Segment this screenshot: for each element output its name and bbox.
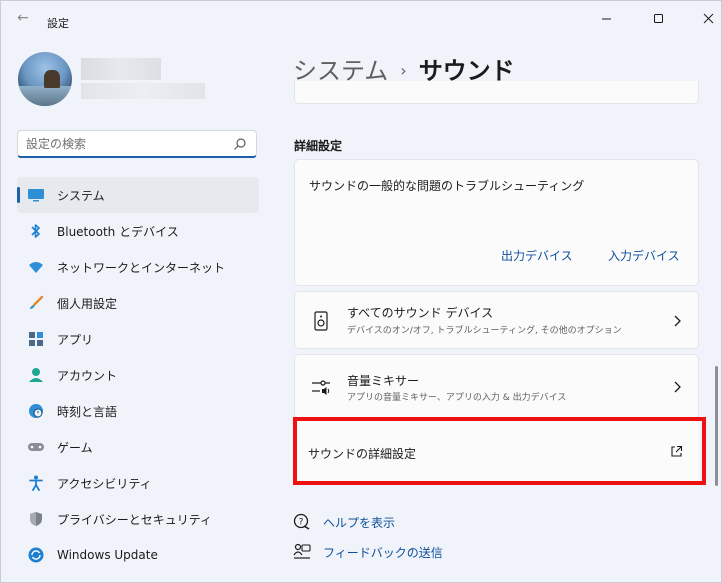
sidebar-item-apps[interactable]: アプリ [17, 321, 259, 357]
brush-icon [27, 294, 45, 312]
settings-window: ← 設定 システム [0, 0, 722, 583]
sidebar-item-label: アプリ [57, 332, 94, 347]
mixer-icon [312, 380, 330, 395]
send-feedback-link[interactable]: フィードバックの送信 [293, 543, 443, 561]
search-icon[interactable] [233, 137, 247, 151]
chevron-right-icon [674, 381, 681, 393]
red-highlight-box [293, 417, 706, 485]
sidebar-item-bluetooth[interactable]: Bluetooth とデバイス [17, 213, 259, 249]
troubleshoot-title: サウンドの一般的な問題のトラブルシューティング [309, 179, 585, 193]
sidebar-item-label: Windows Update [57, 548, 158, 562]
sidebar-item-gaming[interactable]: ゲーム [17, 429, 259, 465]
maximize-icon [653, 13, 663, 23]
minimize-button[interactable] [583, 5, 629, 31]
section-label-advanced: 詳細設定 [294, 139, 343, 153]
back-button[interactable]: ← [11, 9, 35, 27]
search-box[interactable] [17, 130, 257, 158]
monitor-icon [27, 186, 45, 204]
speaker-icon [314, 311, 328, 331]
close-button[interactable] [685, 5, 722, 31]
avatar[interactable] [18, 52, 72, 106]
person-icon [27, 366, 45, 384]
row-title: すべてのサウンド デバイス [347, 306, 494, 320]
profile-name-redacted [81, 58, 161, 80]
app-title: 設定 [47, 17, 69, 30]
row-subtitle: デバイスのオン/オフ, トラブルシューティング, その他のオプション [347, 326, 622, 336]
shield-icon [27, 510, 45, 528]
update-icon [27, 546, 45, 564]
minimize-icon [601, 18, 611, 19]
bluetooth-icon [27, 222, 45, 240]
sidebar-item-label: 時刻と言語 [57, 404, 118, 419]
get-help-link[interactable]: ? ヘルプを表示 [293, 513, 395, 531]
breadcrumb-separator: › [400, 61, 407, 80]
title-bar: ← 設定 [1, 1, 721, 33]
all-sound-devices-row[interactable]: すべてのサウンド デバイス デバイスのオン/オフ, トラブルシューティング, そ… [294, 291, 699, 349]
sidebar-item-label: プライバシーとセキュリティ [57, 512, 213, 527]
accessibility-icon [27, 474, 45, 492]
sidebar-nav: システム Bluetooth とデバイス ネットワークとインターネット 個人用設… [17, 177, 259, 573]
previous-card [294, 81, 699, 104]
close-icon [703, 13, 713, 23]
feedback-icon [293, 543, 311, 559]
output-devices-link[interactable]: 出力デバイス [501, 247, 573, 264]
sidebar-item-privacy[interactable]: プライバシーとセキュリティ [17, 501, 259, 537]
avatar-rock [44, 70, 60, 88]
maximize-button[interactable] [635, 5, 681, 31]
profile-email-redacted [81, 83, 205, 99]
sidebar-item-label: ゲーム [57, 440, 93, 455]
sidebar-item-label: システム [57, 188, 105, 203]
send-feedback-label: フィードバックの送信 [323, 545, 443, 560]
search-input[interactable] [26, 135, 226, 153]
sidebar-item-label: ネットワークとインターネット [57, 260, 226, 275]
sidebar-item-system[interactable]: システム [17, 177, 259, 213]
volume-mixer-row[interactable]: 音量ミキサー アプリの音量ミキサー、アプリの入力 & 出力デバイス [294, 354, 699, 419]
chevron-right-icon [674, 315, 681, 327]
avatar-sea [18, 86, 72, 106]
sidebar-item-label: アカウント [57, 368, 118, 383]
input-devices-link[interactable]: 入力デバイス [608, 247, 680, 264]
row-title: 音量ミキサー [347, 374, 420, 388]
apps-icon [27, 330, 45, 348]
sidebar-item-windows-update[interactable]: Windows Update [17, 537, 259, 573]
sidebar-item-accounts[interactable]: アカウント [17, 357, 259, 393]
sidebar-item-personalization[interactable]: 個人用設定 [17, 285, 259, 321]
sidebar-item-network[interactable]: ネットワークとインターネット [17, 249, 259, 285]
help-icon: ? [293, 513, 310, 530]
sidebar-item-time-language[interactable]: 時刻と言語 [17, 393, 259, 429]
sidebar-item-accessibility[interactable]: アクセシビリティ [17, 465, 259, 501]
svg-text:?: ? [299, 518, 304, 528]
wifi-icon [27, 258, 45, 276]
troubleshoot-card: サウンドの一般的な問題のトラブルシューティング 出力デバイス 入力デバイス [294, 159, 699, 286]
globe-clock-icon [27, 402, 45, 420]
scrollbar-thumb[interactable] [715, 366, 718, 486]
gamepad-icon [27, 438, 45, 456]
get-help-label: ヘルプを表示 [323, 515, 396, 530]
sidebar-item-label: 個人用設定 [57, 296, 118, 311]
sidebar-item-label: Bluetooth とデバイス [57, 224, 179, 239]
row-subtitle: アプリの音量ミキサー、アプリの入力 & 出力デバイス [347, 393, 567, 403]
sidebar-item-label: アクセシビリティ [57, 476, 152, 491]
